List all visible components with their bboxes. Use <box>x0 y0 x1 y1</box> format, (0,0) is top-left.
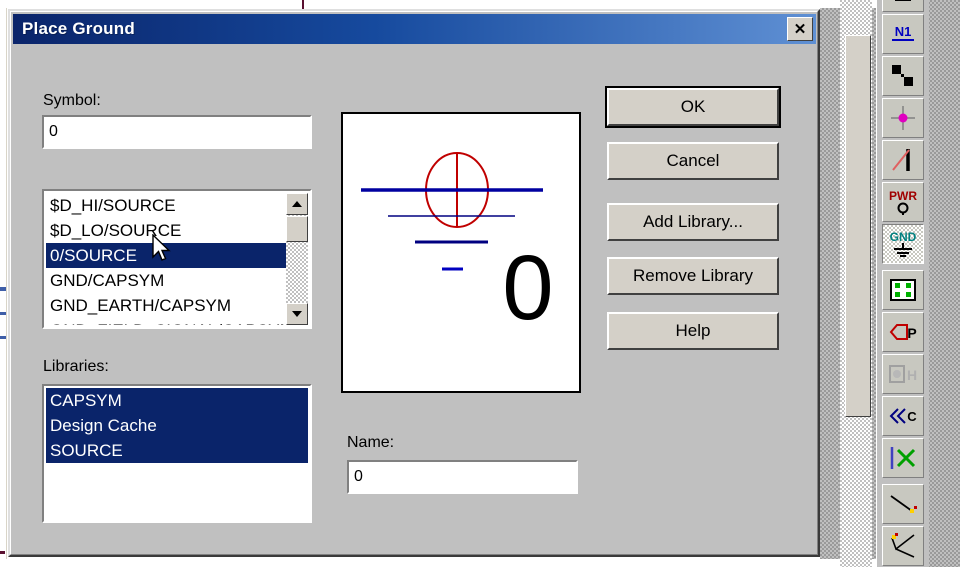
toolbar-button-bus-entry[interactable] <box>882 56 924 96</box>
close-icon: ✕ <box>793 20 807 38</box>
dialog-titlebar[interactable]: Place Ground ✕ <box>13 14 816 44</box>
no-connect-icon <box>890 447 916 469</box>
symbol-listbox[interactable]: $D_HI/SOURCE $D_LO/SOURCE 0/SOURCE GND/C… <box>42 189 312 329</box>
help-button-label: Help <box>675 321 711 340</box>
list-item-selected[interactable]: CAPSYM <box>46 388 308 413</box>
toolbar-button-net-alias[interactable]: N1 <box>882 14 924 54</box>
symbol-list-scrollbar[interactable] <box>286 193 308 325</box>
bus-entry-icon <box>892 65 913 86</box>
remove-library-button[interactable]: Remove Library <box>607 257 779 295</box>
toolbar-button-polyline[interactable] <box>882 526 924 566</box>
symbol-preview: 0 <box>341 112 581 393</box>
toolbar-button-hierarchical-pin[interactable]: H <box>882 354 924 394</box>
scrollbar-thumb[interactable] <box>286 216 308 242</box>
scroll-down-button[interactable] <box>286 303 308 325</box>
application-vertical-scrollbar[interactable] <box>840 0 872 567</box>
background-left-rule <box>0 8 7 559</box>
polyline-icon <box>891 533 915 558</box>
svg-text:P: P <box>907 325 916 341</box>
junction-icon <box>891 106 915 130</box>
svg-text:GND: GND <box>890 230 917 244</box>
symbol-label: Symbol: <box>43 92 101 109</box>
cancel-button[interactable]: Cancel <box>607 142 779 180</box>
symbol-input-value: 0 <box>49 123 58 140</box>
list-item[interactable]: GND_EARTH/CAPSYM <box>46 293 286 318</box>
remove-library-button-label: Remove Library <box>633 266 753 285</box>
name-label: Name: <box>347 434 395 451</box>
toolbar-button-off-page-connector[interactable]: C <box>882 396 924 436</box>
toolbar-button-no-connect[interactable] <box>882 438 924 478</box>
background-blue-artifact-b <box>0 312 6 315</box>
background-blue-artifact-a <box>0 287 6 291</box>
wire-icon <box>892 149 910 171</box>
add-library-button[interactable]: Add Library... <box>607 203 779 241</box>
toolbar-button-wire[interactable] <box>882 140 924 180</box>
ground-icon: GND <box>890 230 917 257</box>
ok-button-label: OK <box>680 97 706 116</box>
background-bottom-strip <box>0 559 880 567</box>
chevron-up-icon <box>292 201 302 207</box>
list-item[interactable]: $D_HI/SOURCE <box>46 193 286 218</box>
libraries-list-items[interactable]: CAPSYM Design Cache SOURCE <box>46 388 308 519</box>
toolbar-button-junction[interactable] <box>882 98 924 138</box>
place-ground-dialog: Place Ground ✕ Symbol: 0 $D_HI/SOURCE $D… <box>8 9 820 557</box>
list-item-selected[interactable]: Design Cache <box>46 413 308 438</box>
name-input[interactable]: 0 <box>347 460 578 494</box>
list-item[interactable]: GND_FIELD_SIGNAL/CAPSYM <box>46 318 286 325</box>
toolbar-button-power[interactable]: PWR <box>882 182 924 222</box>
background-blue-artifact-c <box>0 336 6 339</box>
hierarchical-pin-icon: H <box>889 365 917 383</box>
net-alias-icon: N1 <box>892 24 914 41</box>
scrollbar-thumb[interactable] <box>845 35 871 417</box>
libraries-label: Libraries: <box>43 358 109 375</box>
symbol-list-items[interactable]: $D_HI/SOURCE $D_LO/SOURCE 0/SOURCE GND/C… <box>46 193 286 325</box>
symbol-input[interactable]: 0 <box>42 115 312 149</box>
svg-text:C: C <box>907 409 917 424</box>
add-library-button-label: Add Library... <box>643 212 743 231</box>
off-page-connector-icon: C <box>889 408 917 424</box>
toolbar-button-partial-top[interactable] <box>882 0 924 12</box>
toolbar-button-line[interactable] <box>882 484 924 524</box>
screen: N1 PWR GND P H C Place Ground ✕ Symbol: … <box>0 0 960 567</box>
scroll-up-button[interactable] <box>286 193 308 215</box>
help-button[interactable]: Help <box>607 312 779 350</box>
hierarchical-block-icon <box>890 279 916 301</box>
svg-text:H: H <box>907 367 917 383</box>
list-item[interactable]: GND/CAPSYM <box>46 268 286 293</box>
chevron-down-icon <box>292 311 302 317</box>
background-vertical-line <box>302 0 304 9</box>
libraries-listbox[interactable]: CAPSYM Design Cache SOURCE <box>42 384 312 523</box>
list-item-selected[interactable]: SOURCE <box>46 438 308 463</box>
toolbar-button-ground[interactable]: GND <box>882 224 924 264</box>
svg-text:PWR: PWR <box>889 189 917 203</box>
list-item[interactable]: $D_LO/SOURCE <box>46 218 286 243</box>
cancel-button-label: Cancel <box>666 151 720 170</box>
svg-text:N1: N1 <box>895 24 912 39</box>
line-icon <box>890 495 917 513</box>
toolbar-button-hierarchical-block[interactable] <box>882 270 924 310</box>
power-icon: PWR <box>889 189 917 215</box>
background-bottom-dash <box>0 551 5 554</box>
preview-graphic: 0 <box>361 152 554 339</box>
draw-toolbar: N1 PWR GND P H C <box>876 0 929 567</box>
close-button[interactable]: ✕ <box>787 17 813 41</box>
background-top-strip <box>0 0 880 8</box>
bus-icon <box>895 0 911 1</box>
ok-button[interactable]: OK <box>605 86 781 128</box>
hierarchical-port-icon: P <box>889 324 917 341</box>
toolbar-button-hierarchical-port[interactable]: P <box>882 312 924 352</box>
name-input-value: 0 <box>354 468 363 485</box>
dialog-title: Place Ground <box>22 19 135 38</box>
preview-symbol-text: 0 <box>502 237 553 339</box>
list-item-selected[interactable]: 0/SOURCE <box>46 243 286 268</box>
